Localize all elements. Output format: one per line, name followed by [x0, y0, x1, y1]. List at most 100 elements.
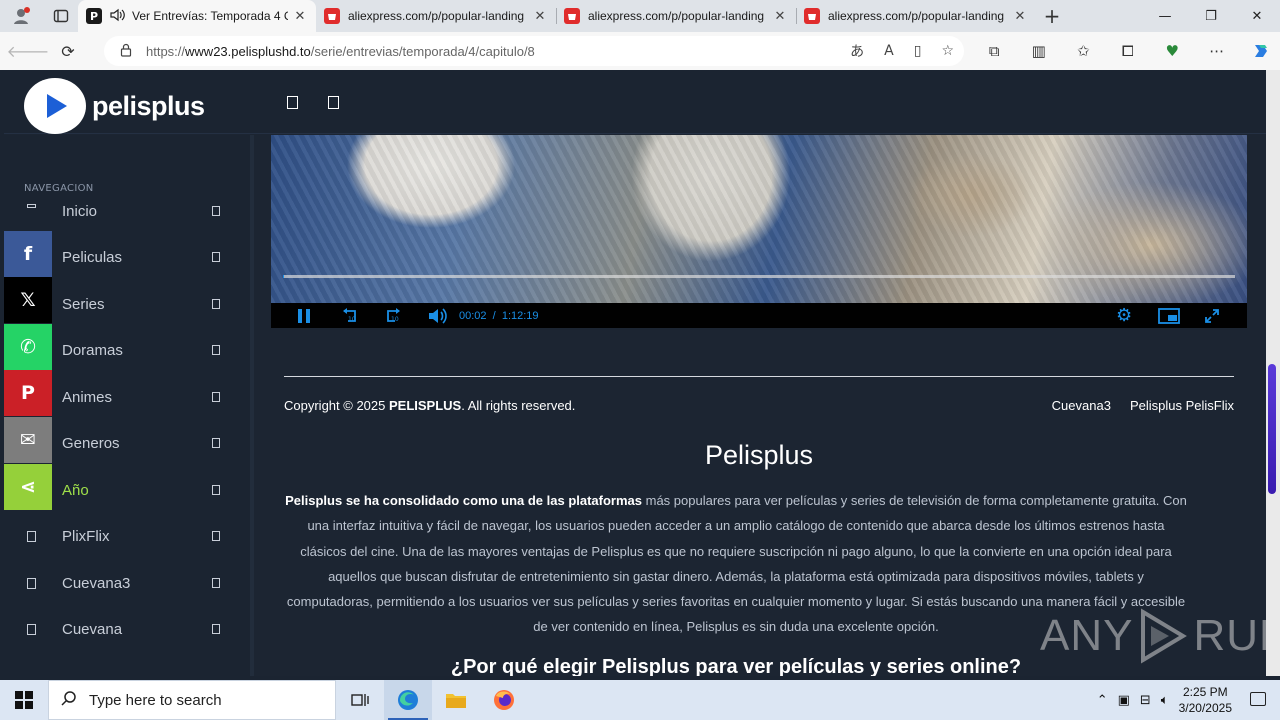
tab-active[interactable]: P Ver Entrevías: Temporada 4 Capítulo 8 … — [78, 0, 316, 32]
aliexpress-favicon-icon — [804, 8, 820, 24]
network-icon[interactable]: ⊟ — [1140, 693, 1151, 708]
nav-item-icon — [27, 530, 36, 542]
time-display: 00:02 / 1:12:19 — [459, 303, 539, 328]
pelisplus-favicon-icon: P — [86, 8, 102, 24]
audio-playing-icon[interactable] — [110, 8, 126, 25]
file-explorer-icon[interactable] — [432, 680, 480, 720]
restore-icon[interactable]: ❐ — [1188, 0, 1234, 32]
sidebar-item-inicio[interactable]: Inicio — [4, 191, 254, 231]
performance-icon[interactable]: ♥ — [1150, 42, 1195, 60]
new-tab-button[interactable]: + — [1036, 0, 1068, 32]
speaker-icon[interactable]: 🔈︎ — [1161, 693, 1169, 708]
chevron-icon — [212, 578, 220, 588]
search-placeholder: Type here to search — [89, 691, 222, 709]
rewind-10-icon[interactable]: 10 — [340, 303, 360, 328]
tab-close-icon[interactable]: ✕ — [292, 9, 308, 24]
player-controls: 10 10 00:02 / 1:12:19 ⚙ — [271, 303, 1247, 328]
fullscreen-icon[interactable] — [1204, 303, 1220, 328]
sidebar-item-cuevana3[interactable]: Cuevana3 — [4, 563, 254, 603]
chevron-icon — [212, 252, 220, 262]
tab-close-icon[interactable]: ✕ — [1012, 9, 1028, 24]
sidebar-item-label: Doramas — [62, 341, 123, 359]
tab-aliexpress-3[interactable]: aliexpress.com/p/popular-landing ✕ — [796, 0, 1036, 32]
address-bar-row: 🡐 ⟳ https://www23.pelisplushd.to/serie/e… — [0, 32, 1280, 70]
firefox-icon[interactable] — [480, 680, 528, 720]
profile-icon[interactable] — [0, 0, 44, 32]
notification-center-icon[interactable] — [1250, 692, 1266, 706]
tray-chevron-icon[interactable]: ⌃ — [1097, 693, 1108, 708]
url-field[interactable]: https://www23.pelisplushd.to/serie/entre… — [104, 36, 964, 66]
more-menu-icon[interactable]: ⋯ — [1195, 42, 1240, 60]
video-player[interactable]: 10 10 00:02 / 1:12:19 ⚙ — [271, 135, 1247, 328]
chevron-icon — [212, 299, 220, 309]
tab-aliexpress-1[interactable]: aliexpress.com/p/popular-landing ✕ — [316, 0, 556, 32]
task-view-icon[interactable] — [336, 680, 384, 720]
pinterest-icon[interactable]: P — [4, 370, 52, 416]
translate-icon[interactable]: あ — [850, 41, 864, 61]
whatsapp-icon[interactable]: ✆ — [4, 324, 52, 370]
chevron-icon — [212, 392, 220, 402]
footer-link-pelisplus-pelisflix[interactable]: Pelisplus PelisFlix — [1130, 398, 1234, 413]
chevron-icon — [212, 206, 220, 216]
url-text: https://www23.pelisplushd.to/serie/entre… — [146, 43, 535, 59]
time-separator: / — [492, 309, 496, 322]
footer-link-cuevana3[interactable]: Cuevana3 — [1052, 398, 1111, 413]
chevron-icon — [212, 438, 220, 448]
duration: 1:12:19 — [501, 309, 539, 322]
video-progress-bar[interactable] — [283, 275, 1235, 278]
taskbar-search[interactable]: Type here to search — [48, 680, 336, 720]
svg-text:10: 10 — [391, 316, 399, 323]
sidebar-item-cuevana[interactable]: Cuevana — [4, 609, 254, 649]
extensions-icon[interactable]: ⧉ — [972, 42, 1017, 60]
chevron-icon — [212, 624, 220, 634]
email-icon[interactable]: ✉ — [4, 417, 52, 463]
minimize-icon[interactable]: — — [1142, 0, 1188, 32]
url-actions: あ A ▯ ☆ — [850, 36, 954, 66]
immersive-reader-icon[interactable]: ▯ — [914, 43, 922, 59]
tab-title: aliexpress.com/p/popular-landing — [348, 9, 525, 23]
tab-close-icon[interactable]: ✕ — [532, 9, 548, 24]
sidebar-item-label: Cuevana3 — [62, 574, 131, 592]
copyright-text: Copyright © 2025 PELISPLUS. All rights r… — [284, 398, 576, 413]
logo-text: pelisplus — [92, 90, 205, 121]
collections-icon[interactable]: ⧠ — [1106, 42, 1151, 60]
sidebar-item-label: Generos — [62, 434, 120, 452]
pause-icon[interactable] — [297, 303, 311, 328]
edge-taskbar-icon[interactable] — [384, 680, 432, 720]
read-aloud-icon[interactable]: A — [884, 43, 894, 59]
tray-device-icon[interactable]: ▣ — [1118, 693, 1130, 708]
favorite-star-icon[interactable]: ☆ — [941, 43, 954, 59]
web-page: pelisplus NAVEGACION Inicio Peliculas Seri… — [4, 70, 1266, 676]
taskbar-clock[interactable]: 2:25 PM 3/20/2025 — [1179, 684, 1232, 716]
windows-start-icon[interactable] — [0, 680, 48, 720]
x-icon[interactable]: 𝕏 — [4, 277, 52, 323]
site-logo[interactable]: pelisplus — [24, 78, 205, 134]
aliexpress-favicon-icon — [324, 8, 340, 24]
forward-10-icon[interactable]: 10 — [383, 303, 403, 328]
copilot-icon[interactable] — [1239, 41, 1280, 61]
chevron-icon — [212, 345, 220, 355]
back-icon[interactable]: 🡐 — [7, 32, 50, 70]
refresh-icon[interactable]: ⟳ — [48, 32, 88, 70]
split-screen-icon[interactable]: ▥ — [1017, 42, 1062, 60]
share-icon[interactable]: ⋖ — [4, 464, 52, 510]
facebook-icon[interactable]: f — [4, 231, 52, 277]
sidebar-item-plixflix[interactable]: PlixFlix — [4, 516, 254, 556]
lock-icon[interactable] — [120, 42, 132, 61]
settings-gear-icon[interactable]: ⚙ — [1116, 303, 1132, 328]
scrollbar-thumb[interactable] — [1268, 364, 1276, 494]
header-menu-icon[interactable] — [328, 96, 339, 109]
tab-aliexpress-2[interactable]: aliexpress.com/p/popular-landing ✕ — [556, 0, 796, 32]
window-controls: — ❐ ✕ — [1142, 0, 1280, 32]
favorites-icon[interactable]: ✩ — [1061, 42, 1106, 60]
about-title: Pelisplus — [704, 440, 814, 470]
volume-icon[interactable] — [428, 303, 448, 328]
footer-links: Cuevana3 Pelisplus PelisFlix — [1052, 398, 1234, 413]
picture-in-picture-icon[interactable] — [1158, 303, 1180, 328]
close-window-icon[interactable]: ✕ — [1234, 0, 1280, 32]
current-time: 00:02 — [459, 309, 487, 322]
tab-actions-icon[interactable] — [44, 0, 78, 32]
windows-taskbar: Type here to search ⌃ ▣ ⊟ 🔈︎ 2:25 PM 3/2… — [0, 680, 1280, 720]
tab-close-icon[interactable]: ✕ — [772, 9, 788, 24]
header-search-icon[interactable] — [287, 96, 298, 109]
